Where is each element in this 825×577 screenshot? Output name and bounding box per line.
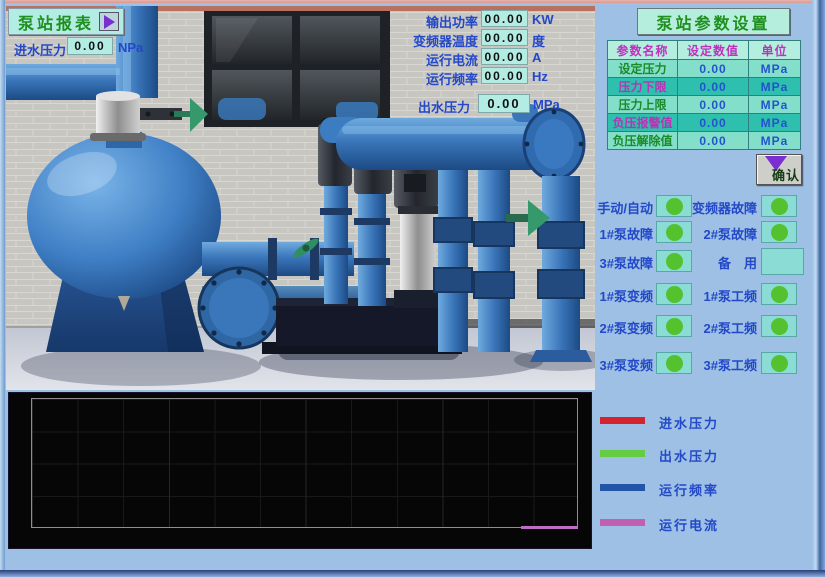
indicator-label-pump3-fault: 3#泵故障 (556, 253, 653, 272)
indicator-label-auto-manual: 手动/自动 (556, 198, 653, 217)
play-triangle-icon (104, 15, 115, 29)
indicator-label-pump3-vfd: 3#泵变频 (556, 355, 653, 374)
indicator-light-spare (761, 248, 804, 275)
confirm-button-label: 确认 (772, 165, 800, 184)
outlet-pressure-value: 0.00 (478, 94, 530, 113)
frame-edge-bottom (0, 570, 825, 577)
setpoint-field[interactable]: 0.00 (678, 60, 749, 78)
inlet-pressure-value: 0.00 (67, 37, 113, 55)
vfd-temp-value: 00.00 (481, 29, 528, 46)
table-row: 压力上限 0.00 MPa (608, 96, 801, 114)
report-button[interactable]: 泵站报表 (8, 8, 124, 35)
indicator-label-pump2-fault: 2#泵故障 (660, 224, 757, 243)
run-current-value: 00.00 (481, 48, 528, 65)
setpoint-field[interactable]: 0.00 (678, 114, 749, 132)
outlet-pressure-unit: MPa (533, 97, 560, 112)
indicator-light-pump2-mains (761, 315, 797, 337)
legend-swatch-inlet-pressure (600, 417, 645, 424)
run-current-unit: A (532, 50, 541, 65)
table-row: 设定压力 0.00 MPa (608, 60, 801, 78)
frame-edge-right (812, 0, 825, 577)
indicator-label-pump1-vfd: 1#泵变频 (556, 286, 653, 305)
current-pen-baseline (521, 526, 578, 529)
legend-label-run-current: 运行电流 (659, 515, 719, 534)
hmi-pump-station-screen: 泵站报表 进水压力 0.00 NPa 输出功率 00.00 KW 变频器温度 0… (0, 0, 825, 577)
legend-swatch-run-current (600, 519, 645, 526)
indicator-label-pump1-mains: 1#泵工频 (660, 286, 757, 305)
indicator-light-vfd-fault (761, 195, 797, 217)
report-nav-button[interactable] (99, 12, 119, 31)
run-freq-unit: Hz (532, 69, 548, 84)
run-freq-value: 00.00 (481, 67, 528, 84)
run-freq-label: 运行频率 (394, 69, 478, 88)
inlet-pressure-label: 进水压力 (14, 40, 66, 59)
indicator-label-pump2-mains: 2#泵工频 (660, 318, 757, 337)
table-row: 压力下限 0.00 MPa (608, 78, 801, 96)
report-button-label: 泵站报表 (18, 10, 94, 34)
indicator-label-pump2-vfd: 2#泵变频 (556, 318, 653, 337)
settings-panel-title: 泵站参数设置 (637, 8, 790, 35)
table-row: 负压报警值 0.00 MPa (608, 114, 801, 132)
run-current-label: 运行电流 (394, 50, 478, 69)
outlet-pressure-label: 出水压力 (418, 97, 470, 116)
parameter-table: 参数名称 设定数值 单位 设定压力 0.00 MPa 压力下限 0.00 MPa… (607, 40, 801, 150)
inlet-pressure-unit: NPa (118, 40, 143, 55)
frame-edge-top (0, 0, 825, 3)
col-header-unit: 单位 (749, 41, 801, 60)
indicator-light-pump3-mains (761, 352, 797, 374)
legend-label-run-frequency: 运行频率 (659, 480, 719, 499)
green-lamp-icon (771, 286, 788, 303)
window (204, 11, 390, 127)
trend-chart (8, 392, 592, 549)
output-power-label: 输出功率 (394, 12, 478, 31)
green-lamp-icon (771, 318, 788, 335)
vfd-temp-label: 变频器温度 (394, 31, 478, 50)
output-power-unit: KW (532, 12, 554, 27)
green-lamp-icon (771, 355, 788, 372)
green-lamp-icon (771, 224, 788, 241)
indicator-label-spare: 备 用 (660, 253, 757, 272)
setpoint-field[interactable]: 0.00 (678, 96, 749, 114)
confirm-button[interactable]: 确认 (756, 154, 802, 185)
legend-label-outlet-pressure: 出水压力 (659, 446, 719, 465)
output-power-value: 00.00 (481, 10, 528, 27)
indicator-label-pump3-mains: 3#泵工频 (660, 355, 757, 374)
col-header-value: 设定数值 (678, 41, 749, 60)
indicator-light-pump2-fault (761, 221, 797, 243)
table-row: 负压解除值 0.00 MPa (608, 132, 801, 150)
vfd-temp-unit: 度 (532, 31, 545, 50)
setpoint-field[interactable]: 0.00 (678, 132, 749, 150)
setpoint-field[interactable]: 0.00 (678, 78, 749, 96)
parameter-table-header: 参数名称 设定数值 单位 (608, 41, 801, 60)
green-lamp-icon (771, 198, 788, 215)
legend-swatch-run-frequency (600, 484, 645, 491)
frame-edge-left (0, 0, 5, 577)
legend-swatch-outlet-pressure (600, 450, 645, 457)
col-header-name: 参数名称 (608, 41, 678, 60)
indicator-label-pump1-fault: 1#泵故障 (556, 224, 653, 243)
indicator-label-vfd-fault: 变频器故障 (660, 198, 757, 217)
trend-plot-area (31, 398, 578, 528)
legend-label-inlet-pressure: 进水压力 (659, 413, 719, 432)
indicator-light-pump1-mains (761, 283, 797, 305)
